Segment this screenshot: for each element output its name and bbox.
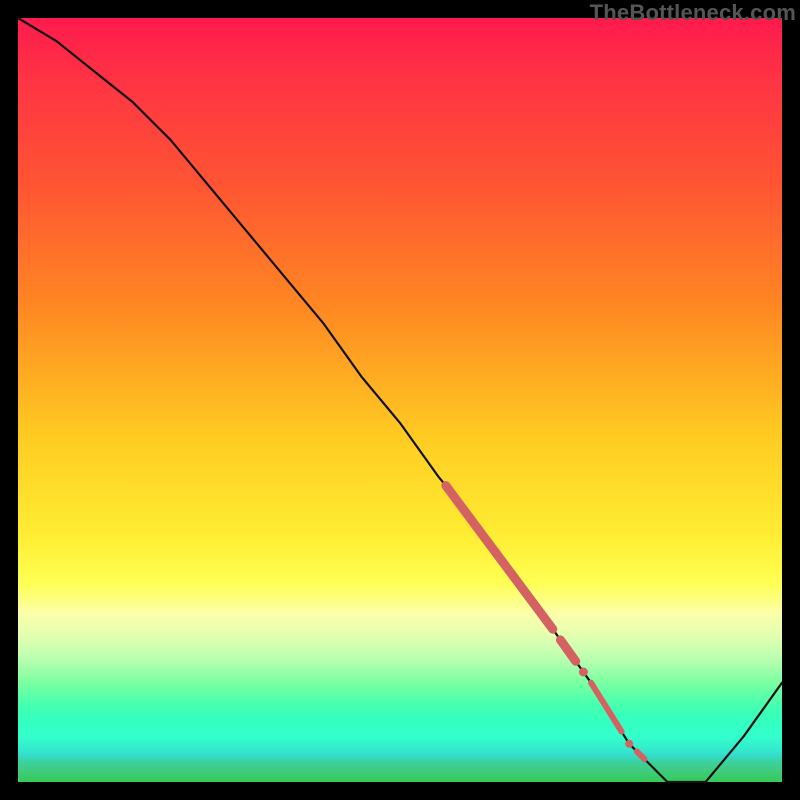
anomaly-segment (560, 640, 575, 661)
chart-frame: TheBottleneck.com (0, 0, 800, 800)
anomaly-segment (591, 683, 622, 732)
anomaly-segment (446, 486, 553, 630)
anomaly-point (579, 668, 588, 677)
anomaly-point (625, 740, 633, 748)
anomaly-markers (446, 486, 645, 759)
anomaly-segment (637, 751, 645, 759)
chart-overlay (18, 18, 782, 782)
bottleneck-curve (18, 18, 782, 782)
